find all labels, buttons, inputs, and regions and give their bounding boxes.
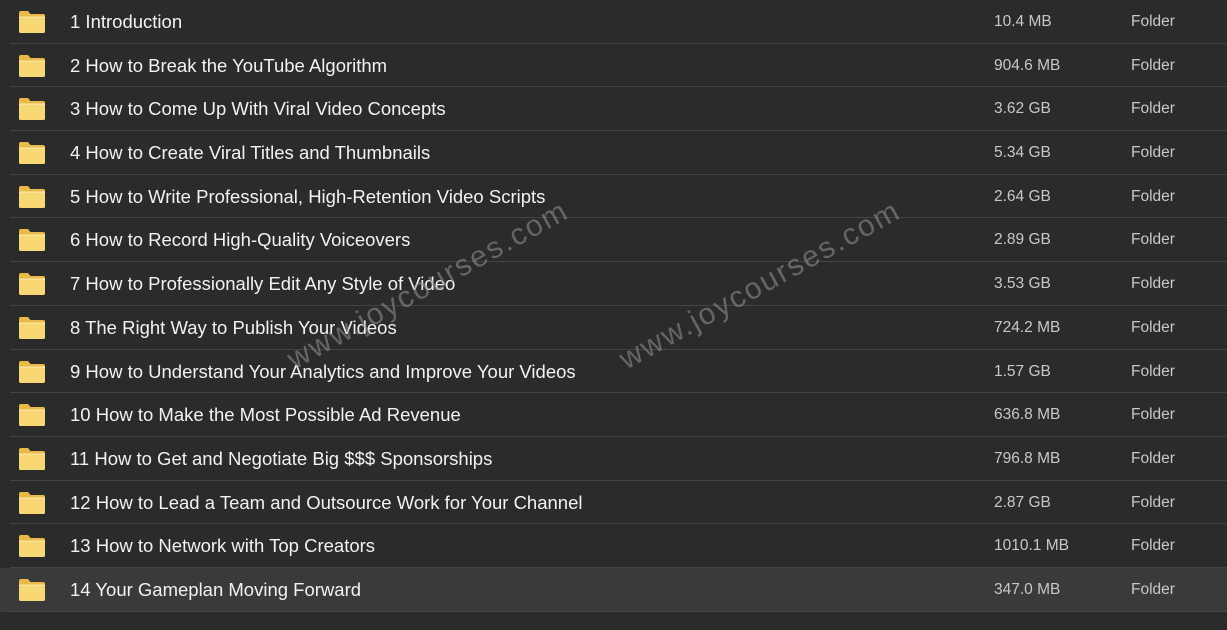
file-name: 2 How to Break the YouTube Algorithm (70, 54, 388, 76)
folder-icon (18, 272, 46, 296)
folder-icon (18, 578, 46, 602)
file-row[interactable]: 13 How to Network with Top Creators 1010.… (0, 524, 1227, 568)
file-size: 636.8 MB (994, 406, 1061, 424)
folder-icon (18, 10, 46, 34)
file-name: 8 The Right Way to Publish Your Videos (70, 316, 397, 338)
file-browser-window: 1 Introduction 10.4 MB Folder 2 How to Brea… (0, 0, 1227, 630)
file-kind: Folder (1131, 231, 1175, 249)
file-size: 796.8 MB (994, 449, 1061, 467)
folder-icon (18, 534, 46, 558)
folder-icon (18, 185, 46, 209)
file-kind: Folder (1131, 493, 1175, 511)
file-kind: Folder (1131, 56, 1175, 74)
file-kind: Folder (1131, 580, 1175, 598)
folder-icon (18, 403, 46, 427)
file-name: 1 Introduction (70, 11, 183, 32)
file-name: 3 How to Come Up With Viral Video Concep… (70, 98, 446, 120)
file-size: 347.0 MB (994, 580, 1061, 598)
file-name: 6 How to Record High-Quality Voiceovers (70, 229, 411, 251)
folder-icon (18, 491, 46, 515)
file-row[interactable]: 11 How to Get and Negotiate Big $$$ Spon… (0, 437, 1227, 481)
file-size: 904.6 MB (994, 56, 1061, 74)
file-list: 1 Introduction 10.4 MB Folder 2 How to Brea… (0, 0, 1227, 612)
file-kind: Folder (1131, 406, 1175, 424)
bottom-strip (0, 612, 1227, 630)
folder-icon (18, 447, 46, 471)
file-size: 724.2 MB (994, 318, 1061, 336)
file-row[interactable]: 4 How to Create Viral Titles and Thumbna… (0, 131, 1227, 175)
file-row[interactable]: 12 How to Lead a Team and Outsource Work… (0, 481, 1227, 525)
file-row[interactable]: 9 How to Understand Your Analytics and I… (0, 350, 1227, 394)
file-kind: Folder (1131, 275, 1175, 293)
file-row[interactable]: 10 How to Make the Most Possible Ad Reve… (0, 393, 1227, 437)
file-name: 10 How to Make the Most Possible Ad Reve… (70, 404, 461, 426)
file-size: 5.34 GB (994, 144, 1051, 162)
file-name: 14 Your Gameplan Moving Forward (70, 578, 362, 600)
file-kind: Folder (1131, 318, 1175, 336)
file-kind: Folder (1131, 362, 1175, 380)
folder-icon (18, 54, 46, 78)
file-kind: Folder (1131, 187, 1175, 205)
file-kind: Folder (1131, 449, 1175, 467)
folder-icon (18, 316, 46, 340)
folder-icon (18, 97, 46, 121)
file-row[interactable]: 7 How to Professionally Edit Any Style o… (0, 262, 1227, 306)
file-row[interactable]: 1 Introduction 10.4 MB Folder (0, 0, 1227, 44)
file-name: 7 How to Professionally Edit Any Style o… (70, 273, 456, 295)
folder-icon (18, 228, 46, 252)
file-name: 12 How to Lead a Team and Outsource Work… (70, 491, 583, 513)
file-kind: Folder (1131, 144, 1175, 162)
file-kind: Folder (1131, 537, 1175, 555)
file-row[interactable]: 8 The Right Way to Publish Your Videos 72… (0, 306, 1227, 350)
file-kind: Folder (1131, 100, 1175, 118)
file-size: 10.4 MB (994, 13, 1052, 30)
file-name: 9 How to Understand Your Analytics and I… (70, 360, 576, 382)
file-name: 4 How to Create Viral Titles and Thumbna… (70, 142, 431, 164)
file-row[interactable]: 5 How to Write Professional, High-Retent… (0, 175, 1227, 219)
file-row[interactable]: 2 How to Break the YouTube Algorithm 904.… (0, 44, 1227, 88)
file-row[interactable]: 6 How to Record High-Quality Voiceovers 2… (0, 218, 1227, 262)
file-size: 3.62 GB (994, 100, 1051, 118)
file-size: 2.89 GB (994, 231, 1051, 249)
file-kind: Folder (1131, 13, 1175, 30)
file-size: 2.87 GB (994, 493, 1051, 511)
file-row[interactable]: 14 Your Gameplan Moving Forward 347.0 MB F… (0, 567, 1227, 612)
folder-icon (18, 360, 46, 384)
file-size: 3.53 GB (994, 275, 1051, 293)
file-size: 2.64 GB (994, 187, 1051, 205)
file-name: 13 How to Network with Top Creators (70, 535, 376, 557)
file-size: 1010.1 MB (994, 537, 1069, 555)
file-name: 11 How to Get and Negotiate Big $$$ Spon… (70, 447, 493, 469)
file-size: 1.57 GB (994, 362, 1051, 380)
file-name: 5 How to Write Professional, High-Retent… (70, 185, 546, 207)
file-row[interactable]: 3 How to Come Up With Viral Video Concep… (0, 87, 1227, 131)
folder-icon (18, 141, 46, 165)
